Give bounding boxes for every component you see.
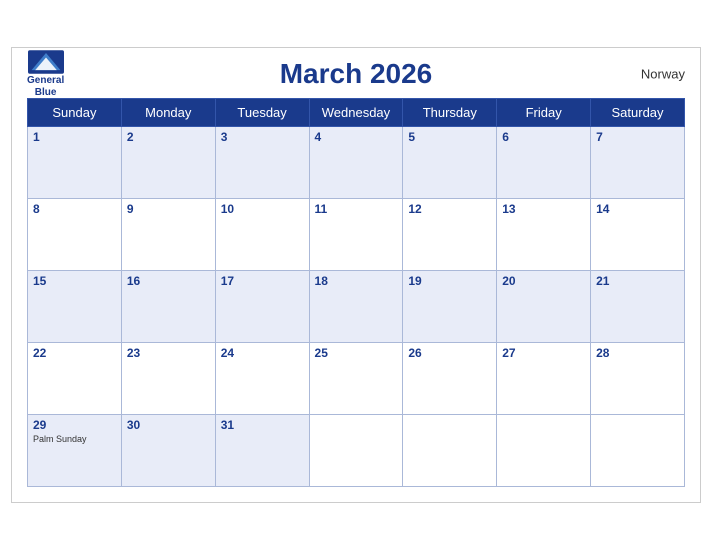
week-row-1: 1234567 xyxy=(28,127,685,199)
day-number-20: 20 xyxy=(502,274,585,288)
day-cell-1: 1 xyxy=(28,127,122,199)
holiday-label-29: Palm Sunday xyxy=(33,434,116,444)
day-cell-3: 3 xyxy=(215,127,309,199)
day-cell-15: 15 xyxy=(28,271,122,343)
day-number-26: 26 xyxy=(408,346,491,360)
day-cell-7: 7 xyxy=(591,127,685,199)
day-cell-32 xyxy=(309,415,403,487)
day-number-8: 8 xyxy=(33,202,116,216)
day-number-7: 7 xyxy=(596,130,679,144)
day-number-13: 13 xyxy=(502,202,585,216)
day-number-18: 18 xyxy=(315,274,398,288)
day-cell-4: 4 xyxy=(309,127,403,199)
day-number-30: 30 xyxy=(127,418,210,432)
day-cell-20: 20 xyxy=(497,271,591,343)
day-cell-29: 29 Palm Sunday xyxy=(28,415,122,487)
header-saturday: Saturday xyxy=(591,99,685,127)
day-cell-12: 12 xyxy=(403,199,497,271)
day-number-14: 14 xyxy=(596,202,679,216)
day-number-11: 11 xyxy=(315,202,398,216)
day-number-31: 31 xyxy=(221,418,304,432)
day-number-22: 22 xyxy=(33,346,116,360)
day-number-2: 2 xyxy=(127,130,210,144)
day-number-16: 16 xyxy=(127,274,210,288)
day-cell-6: 6 xyxy=(497,127,591,199)
day-cell-33 xyxy=(403,415,497,487)
day-number-3: 3 xyxy=(221,130,304,144)
day-cell-8: 8 xyxy=(28,199,122,271)
day-number-27: 27 xyxy=(502,346,585,360)
header-monday: Monday xyxy=(121,99,215,127)
week-row-2: 89 10 11 12 13 14 xyxy=(28,199,685,271)
calendar-body: 1234567891011121314151617181920212223242… xyxy=(28,127,685,487)
day-cell-23: 23 xyxy=(121,343,215,415)
weekday-header-row: Sunday Monday Tuesday Wednesday Thursday… xyxy=(28,99,685,127)
day-number-6: 6 xyxy=(502,130,585,144)
day-number-4: 4 xyxy=(315,130,398,144)
day-number-19: 19 xyxy=(408,274,491,288)
country-label: Norway xyxy=(641,67,685,82)
day-cell-21: 21 xyxy=(591,271,685,343)
calendar-title: March 2026 xyxy=(280,58,433,90)
day-number-25: 25 xyxy=(315,346,398,360)
day-number-24: 24 xyxy=(221,346,304,360)
day-cell-27: 27 xyxy=(497,343,591,415)
day-number-1: 1 xyxy=(33,130,116,144)
day-number-15: 15 xyxy=(33,274,116,288)
day-cell-19: 19 xyxy=(403,271,497,343)
calendar-table: Sunday Monday Tuesday Wednesday Thursday… xyxy=(27,98,685,487)
day-cell-11: 11 xyxy=(309,199,403,271)
day-cell-31: 31 xyxy=(215,415,309,487)
day-cell-34 xyxy=(497,415,591,487)
day-cell-30: 30 xyxy=(121,415,215,487)
day-cell-2: 2 xyxy=(121,127,215,199)
day-cell-14: 14 xyxy=(591,199,685,271)
day-cell-26: 26 xyxy=(403,343,497,415)
day-number-12: 12 xyxy=(408,202,491,216)
day-cell-10: 10 xyxy=(215,199,309,271)
day-cell-13: 13 xyxy=(497,199,591,271)
day-cell-28: 28 xyxy=(591,343,685,415)
day-number-5: 5 xyxy=(408,130,491,144)
day-number-21: 21 xyxy=(596,274,679,288)
logo-blue-text: Blue xyxy=(35,87,57,99)
day-number-17: 17 xyxy=(221,274,304,288)
day-cell-24: 24 xyxy=(215,343,309,415)
week-row-3: 15 16 17 18 19 20 21 xyxy=(28,271,685,343)
week-row-4: 22 23 24 25 26 27 28 xyxy=(28,343,685,415)
logo: General Blue xyxy=(27,50,64,99)
header-sunday: Sunday xyxy=(28,99,122,127)
day-cell-5: 5 xyxy=(403,127,497,199)
header-wednesday: Wednesday xyxy=(309,99,403,127)
day-cell-17: 17 xyxy=(215,271,309,343)
day-number-28: 28 xyxy=(596,346,679,360)
header-friday: Friday xyxy=(497,99,591,127)
header-thursday: Thursday xyxy=(403,99,497,127)
day-cell-9: 9 xyxy=(121,199,215,271)
week-row-5: 29 Palm Sunday 30 31 xyxy=(28,415,685,487)
day-number-10: 10 xyxy=(221,202,304,216)
day-cell-16: 16 xyxy=(121,271,215,343)
day-cell-25: 25 xyxy=(309,343,403,415)
calendar-container: General Blue March 2026 Norway Sunday Mo… xyxy=(11,47,701,503)
logo-general-text: General xyxy=(27,75,64,87)
day-cell-35 xyxy=(591,415,685,487)
day-number-23: 23 xyxy=(127,346,210,360)
day-number-29: 29 xyxy=(33,418,116,432)
day-number-9: 9 xyxy=(127,202,210,216)
header-tuesday: Tuesday xyxy=(215,99,309,127)
day-cell-18: 18 xyxy=(309,271,403,343)
calendar-header: General Blue March 2026 Norway xyxy=(27,58,685,90)
day-cell-22: 22 xyxy=(28,343,122,415)
